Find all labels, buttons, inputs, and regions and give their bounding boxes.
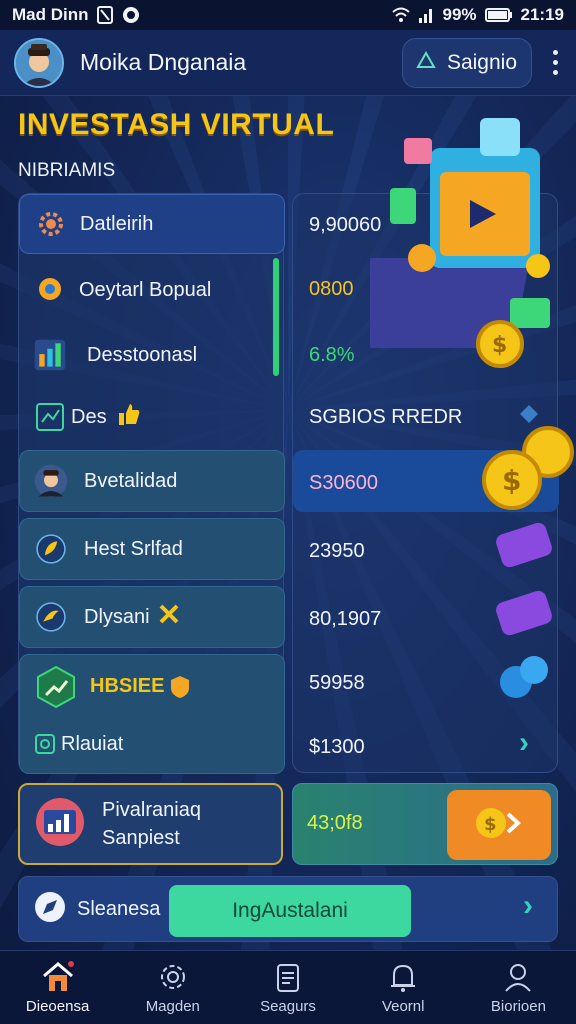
- value-text: $1300: [309, 736, 365, 758]
- install-button[interactable]: IngAustalani: [169, 885, 411, 937]
- nav-item-alerts[interactable]: Veornl: [346, 951, 461, 1024]
- value-text: 80,1907: [309, 608, 382, 630]
- diamond-icon: [519, 404, 539, 429]
- menu-row-label: Datleirih: [80, 212, 154, 235]
- promo-title: Pivalraniaq: [102, 799, 201, 821]
- clipboard-icon: [271, 960, 305, 994]
- values-panel: 9,90060 0800 6.8% SGBIOS RREDR S30600 23…: [292, 193, 559, 773]
- menu-row-label: Bvetalidad: [84, 469, 178, 492]
- nav-label: Dieoensa: [25, 998, 90, 1015]
- promo-card[interactable]: Pivalraniaq Sanpiest: [18, 783, 283, 865]
- clock: 21:19: [520, 5, 564, 24]
- value-text: 0800: [309, 278, 354, 300]
- menu-row[interactable]: Rlauiat: [19, 716, 285, 772]
- tools-icon: [158, 603, 180, 631]
- profile-icon: [501, 960, 535, 994]
- nav-item-profile[interactable]: Biorioen: [461, 951, 576, 1024]
- nav-label: Magden: [145, 998, 200, 1015]
- promo-value-card: 43;0f8 $: [292, 783, 558, 865]
- menu-row-label: HBSIEE: [90, 675, 165, 697]
- action-bar: Sleanesa IngAustalani ›: [18, 876, 558, 942]
- frame-icon: [33, 727, 57, 761]
- value-text: 6.8%: [309, 344, 355, 366]
- svg-text:$: $: [484, 814, 497, 835]
- home-icon: [41, 960, 75, 994]
- value-text: 23950: [309, 540, 365, 562]
- nav-item-home[interactable]: Dieoensa: [0, 951, 115, 1024]
- bird-icon: [34, 600, 68, 634]
- coin-arrow-icon: $: [474, 806, 524, 845]
- leaf-icon: [415, 49, 437, 77]
- menu-row[interactable]: Datleirih: [19, 194, 285, 254]
- value-text: SGBIOS RREDR: [309, 406, 463, 428]
- value-text: 9,90060: [309, 214, 382, 236]
- signal-icon: [418, 7, 434, 23]
- action-label: Sleanesa: [77, 897, 161, 920]
- wifi-icon: [392, 7, 411, 23]
- thumbs-up-icon: [115, 401, 141, 433]
- battery-percent: 99%: [442, 5, 477, 24]
- menu-row[interactable]: Bvetalidad: [19, 450, 285, 512]
- menu-row-label: Des: [71, 405, 107, 428]
- nav-label: Biorioen: [490, 998, 546, 1015]
- menu-row[interactable]: Desstoonasl: [19, 324, 285, 386]
- status-bar: Mad Dinn 99% 21:19: [0, 0, 576, 30]
- menu-row-label: Rlauiat: [61, 732, 124, 755]
- nav-item-reports[interactable]: Seagurs: [230, 951, 345, 1024]
- nav-label: Veornl: [381, 998, 425, 1015]
- value-text: 59958: [309, 672, 365, 694]
- section-label: NIBRIAMIS: [18, 160, 116, 181]
- nav-item-settings[interactable]: Magden: [115, 951, 230, 1024]
- value-text: S30600: [309, 472, 378, 494]
- page-title: INVESTASH VIRTUAL: [18, 108, 335, 141]
- menu-panel: Datleirih Oeytarl Bopual Desstoonasl Des…: [18, 193, 285, 774]
- menu-row-label: Hest Srlfad: [84, 537, 183, 560]
- promo-subtitle: Sanpiest: [102, 827, 180, 849]
- compass-icon: [33, 890, 67, 929]
- menu-row[interactable]: Oeytarl Bopual: [19, 260, 285, 320]
- sim-icon: [96, 6, 113, 24]
- chevron-right-icon[interactable]: ›: [519, 726, 529, 760]
- settings-button[interactable]: Saignio: [401, 37, 532, 88]
- chat-bubble-icon: [33, 273, 67, 307]
- nav-label: Seagurs: [260, 998, 316, 1015]
- user-name: Moika Dnganaia: [80, 49, 247, 75]
- avatar-icon: [34, 464, 68, 498]
- bell-icon: [386, 960, 420, 994]
- document-icon: [33, 400, 67, 434]
- app-header: Moika Dnganaia Saignio: [0, 30, 576, 96]
- menu-row-label: Dlysani: [84, 605, 150, 628]
- menu-row[interactable]: Dlysani: [19, 586, 285, 648]
- settings-label: Saignio: [446, 50, 517, 74]
- menu-row[interactable]: Hest Srlfad: [19, 518, 285, 580]
- bar-chart-icon: [33, 338, 67, 372]
- gear-icon: [34, 207, 68, 241]
- menu-row-label: Oeytarl Bopual: [79, 278, 212, 301]
- leaf-coin-icon: [34, 532, 68, 566]
- more-menu-icon[interactable]: [548, 50, 562, 75]
- chevron-right-icon[interactable]: ›: [523, 889, 533, 923]
- gear-outline-icon: [156, 960, 190, 994]
- bottom-nav: Dieoensa Magden Seagurs Veornl Biorioen: [0, 950, 576, 1024]
- chart-shield-icon: [34, 665, 78, 709]
- avatar[interactable]: [14, 37, 64, 88]
- carrier-label: Mad Dinn: [12, 5, 89, 24]
- menu-row[interactable]: Des: [19, 386, 285, 448]
- promo-go-button[interactable]: $: [447, 790, 551, 860]
- menu-row-label: Desstoonasl: [87, 343, 198, 366]
- notification-icon: [121, 5, 141, 25]
- shield-badge-icon: [170, 675, 190, 705]
- growth-chart-icon: [34, 796, 86, 853]
- battery-icon: [484, 8, 513, 22]
- promo-amount: 43;0f8: [307, 812, 363, 834]
